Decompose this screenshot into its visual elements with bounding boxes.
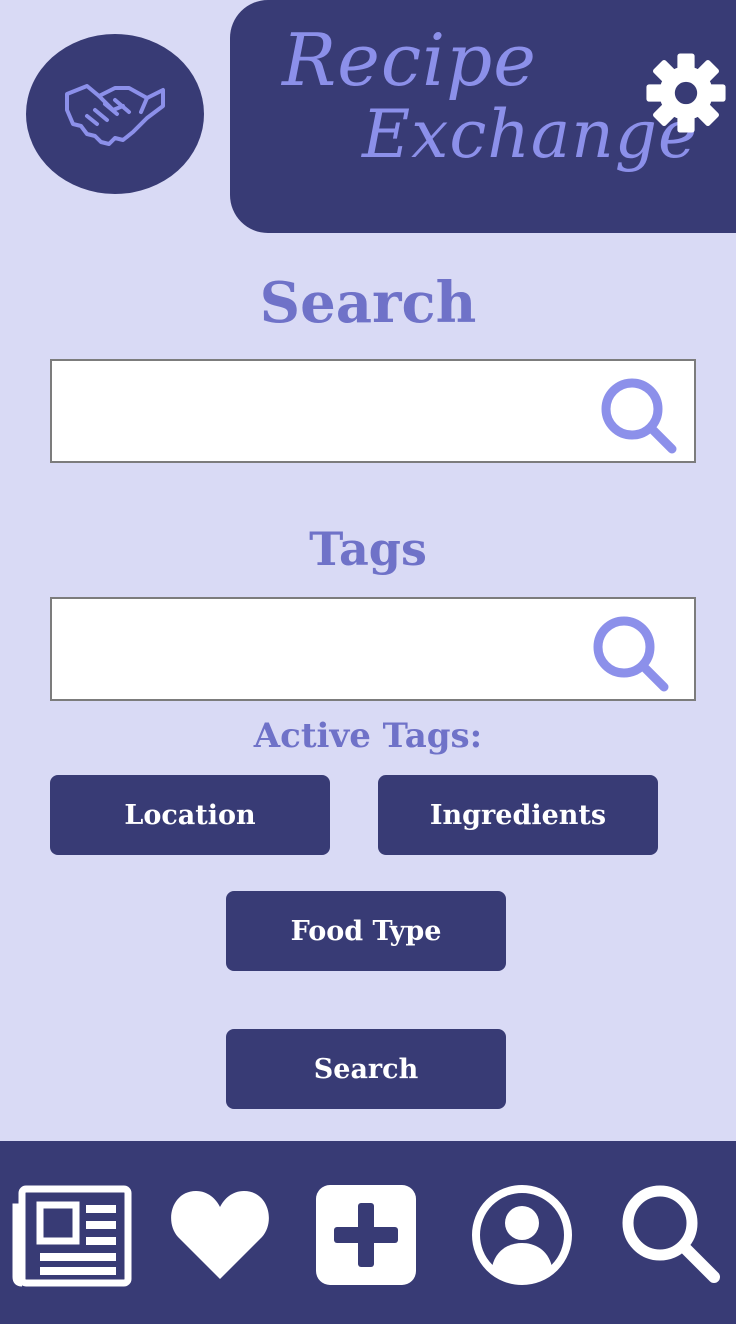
- brand-title-recipe: Recipe: [282, 18, 537, 102]
- tags-input[interactable]: [66, 599, 590, 701]
- handshake-icon: [65, 84, 165, 146]
- logo-badge: [26, 34, 204, 194]
- search-heading: Search: [259, 270, 477, 336]
- gear-icon[interactable]: [638, 50, 734, 136]
- tag-location-button[interactable]: Location: [50, 775, 330, 855]
- tags-field[interactable]: [50, 597, 696, 701]
- newspaper-icon[interactable]: [12, 1183, 132, 1287]
- search-button[interactable]: Search: [226, 1029, 506, 1109]
- search-icon[interactable]: [590, 613, 672, 695]
- profile-icon[interactable]: [470, 1183, 574, 1287]
- tag-food-type-button[interactable]: Food Type: [226, 891, 506, 971]
- search-input[interactable]: [66, 361, 590, 463]
- tags-heading: Tags: [309, 522, 427, 576]
- app-header: Recipe Exchange: [230, 0, 736, 233]
- search-icon[interactable]: [598, 375, 680, 457]
- heart-icon[interactable]: [168, 1183, 272, 1287]
- active-tags-heading: Active Tags:: [253, 716, 483, 756]
- search-icon[interactable]: [620, 1183, 724, 1287]
- add-icon[interactable]: [314, 1183, 418, 1287]
- brand-logo: Recipe Exchange: [230, 0, 697, 233]
- search-field[interactable]: [50, 359, 696, 463]
- bottom-nav: [0, 1141, 736, 1324]
- tag-ingredients-button[interactable]: Ingredients: [378, 775, 658, 855]
